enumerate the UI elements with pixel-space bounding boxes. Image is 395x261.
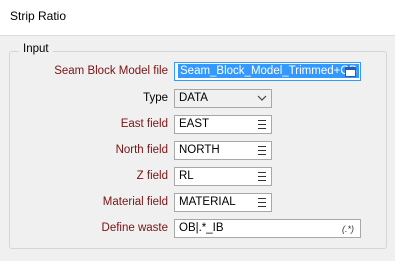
material-field-input[interactable]: MATERIAL <box>174 193 272 212</box>
north-field-value: NORTH <box>179 144 220 156</box>
define-waste-value: OB|.*_IB <box>179 222 224 234</box>
define-waste-input[interactable]: OB|.*_IB (.*) <box>174 219 361 238</box>
list-icon[interactable] <box>252 116 271 133</box>
define-waste-label: Define waste <box>101 222 168 234</box>
type-select[interactable]: DATA <box>174 89 272 108</box>
east-field-input[interactable]: EAST <box>174 115 272 134</box>
seam-block-model-file-label: Seam Block Model file <box>54 65 168 77</box>
window-title: Strip Ratio <box>10 9 67 23</box>
north-field-input[interactable]: NORTH <box>174 141 272 160</box>
input-group-legend: Input <box>19 43 53 55</box>
file-browse-icon[interactable] <box>341 63 360 80</box>
z-field-value: RL <box>179 170 194 182</box>
material-field-value: MATERIAL <box>179 196 236 208</box>
list-icon[interactable] <box>252 168 271 185</box>
chevron-down-icon <box>257 95 267 101</box>
material-field-label: Material field <box>102 196 168 208</box>
seam-block-model-file-input[interactable]: Seam_Block_Model_Trimmed+OB <box>174 62 361 81</box>
seam-block-model-file-value: Seam_Block_Model_Trimmed+OB <box>178 64 359 78</box>
type-label: Type <box>143 92 168 104</box>
east-field-label: East field <box>120 118 168 130</box>
z-field-label: Z field <box>136 170 168 182</box>
list-icon[interactable] <box>252 194 271 211</box>
type-selected-value: DATA <box>179 92 208 104</box>
regex-icon[interactable]: (.*) <box>336 220 360 237</box>
east-field-value: EAST <box>179 118 210 130</box>
north-field-label: North field <box>115 144 168 156</box>
list-icon[interactable] <box>252 142 271 159</box>
z-field-input[interactable]: RL <box>174 167 272 186</box>
